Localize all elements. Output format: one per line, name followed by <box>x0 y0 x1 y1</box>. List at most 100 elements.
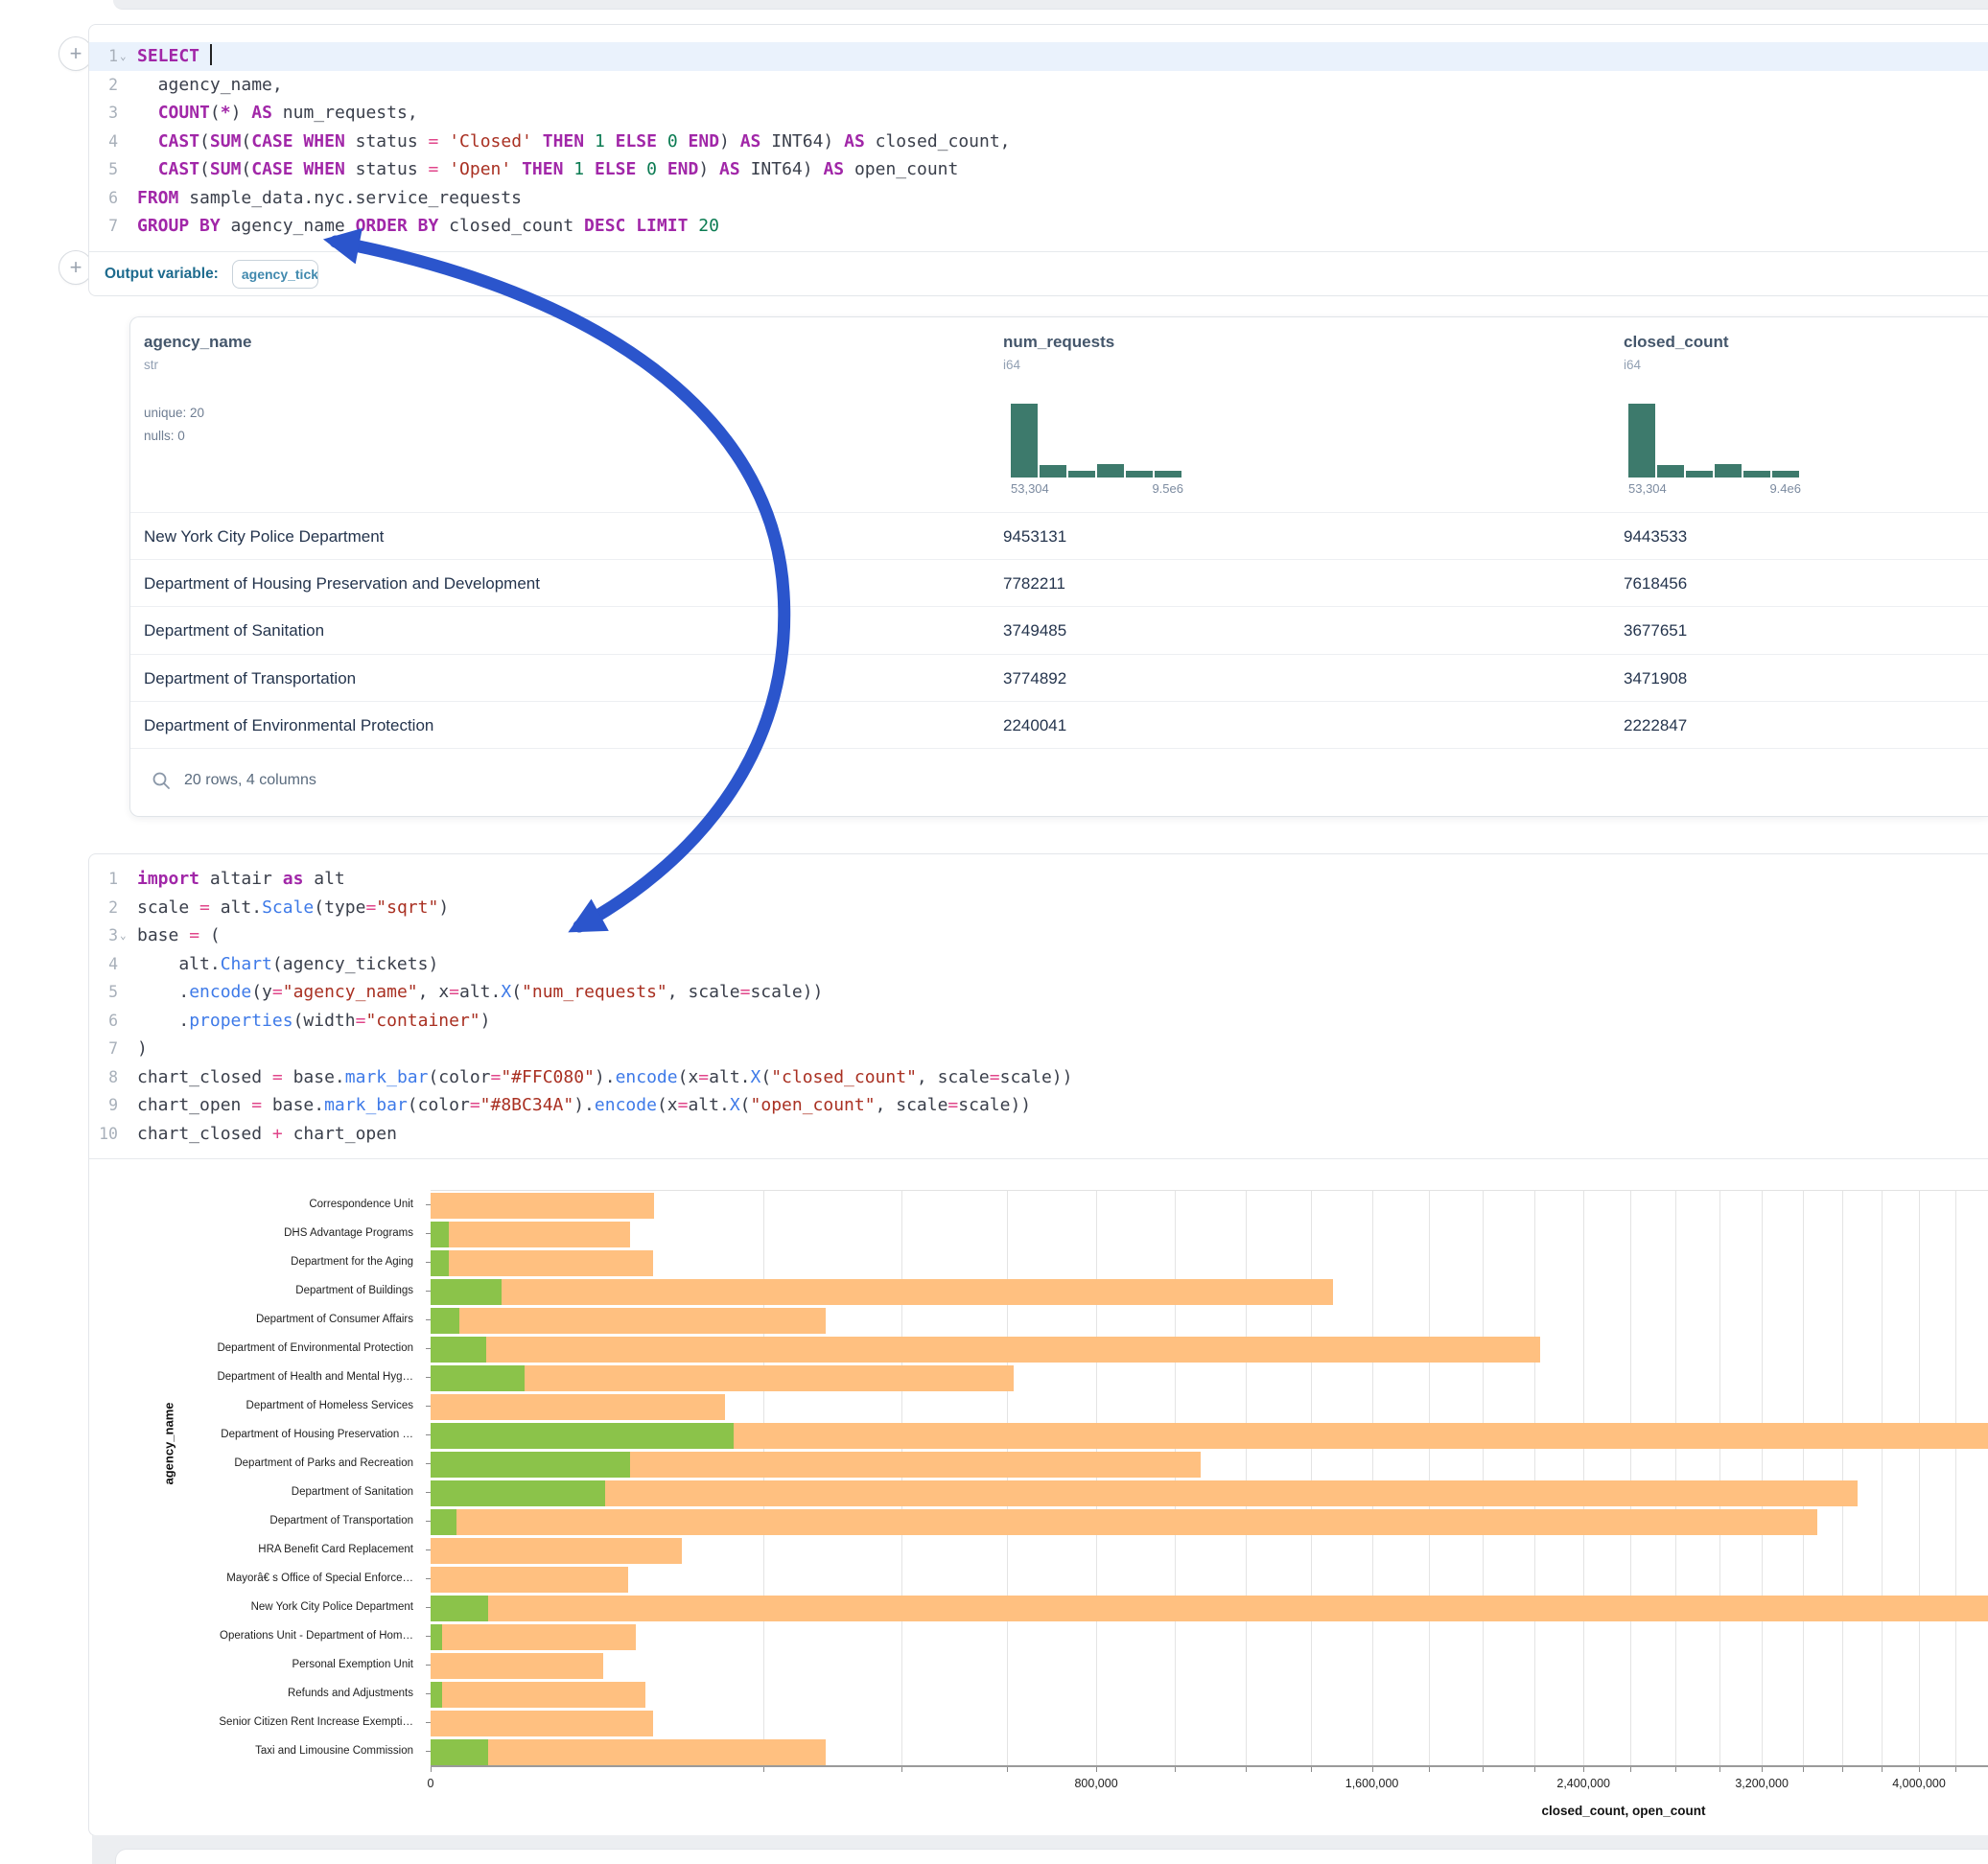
fold-caret-icon[interactable]: ⌄ <box>120 921 133 950</box>
bar-closed-count[interactable] <box>431 1193 654 1219</box>
search-icon[interactable] <box>152 771 171 790</box>
bar-open-count[interactable] <box>431 1250 449 1276</box>
x-axis-tick <box>1583 1767 1584 1772</box>
output-variable-pill[interactable]: agency_tickets <box>232 260 318 289</box>
y-axis-label: Department of Transportation <box>269 1515 413 1526</box>
python-code-editor[interactable]: 1import altair as alt2scale = alt.Scale(… <box>89 854 1988 1159</box>
code-line[interactable]: 6 .properties(width="container") <box>89 1007 1988 1036</box>
bar-closed-count[interactable] <box>431 1480 1858 1506</box>
column-header-closed-count: closed_count <box>1624 333 1729 352</box>
x-axis-tick <box>1175 1767 1176 1772</box>
y-axis-label: Department of Sanitation <box>292 1486 413 1498</box>
y-axis-label: Department of Health and Mental Hyg… <box>217 1371 413 1383</box>
x-axis-tick <box>1372 1767 1373 1772</box>
bar-open-count[interactable] <box>431 1739 488 1765</box>
column-null-count: nulls: 0 <box>144 429 185 443</box>
bar-open-count[interactable] <box>431 1279 502 1305</box>
sql-code-cell: 1⌄SELECT 2 agency_name,3 COUNT(*) AS num… <box>88 24 1988 296</box>
y-axis-label: Personal Exemption Unit <box>292 1659 413 1670</box>
chart-row <box>431 1277 1988 1306</box>
x-axis-tick <box>1246 1767 1247 1772</box>
bar-closed-count[interactable] <box>431 1682 645 1708</box>
sql-code-editor[interactable]: 1⌄SELECT 2 agency_name,3 COUNT(*) AS num… <box>89 25 1988 252</box>
histogram-bar <box>1011 404 1038 478</box>
bar-closed-count[interactable] <box>431 1337 1540 1363</box>
bar-closed-count[interactable] <box>431 1250 653 1276</box>
code-line[interactable]: 8chart_closed = base.mark_bar(color="#FF… <box>89 1063 1988 1092</box>
bar-closed-count[interactable] <box>431 1394 725 1420</box>
x-axis-line <box>431 1765 1988 1767</box>
bar-closed-count[interactable] <box>431 1711 653 1736</box>
code-line[interactable]: 2 agency_name, <box>89 71 1988 100</box>
fold-caret-icon[interactable]: ⌄ <box>120 42 133 71</box>
code-line[interactable]: 9chart_open = base.mark_bar(color="#8BC3… <box>89 1091 1988 1120</box>
bar-closed-count[interactable] <box>431 1222 630 1247</box>
code-line[interactable]: 3⌄base = ( <box>89 921 1988 950</box>
bar-open-count[interactable] <box>431 1308 459 1334</box>
code-text: .properties(width="container") <box>133 1007 491 1036</box>
bar-open-count[interactable] <box>431 1365 525 1391</box>
code-line[interactable]: 4 alt.Chart(agency_tickets) <box>89 950 1988 979</box>
x-axis-title: closed_count, open_count <box>1541 1804 1705 1818</box>
cell-closed-count: 7618456 <box>1624 560 1687 607</box>
bar-closed-count[interactable] <box>431 1509 1817 1535</box>
line-number: 2 <box>89 71 126 100</box>
histogram-bar <box>1628 404 1655 478</box>
histogram-num-requests <box>1011 404 1183 478</box>
bar-closed-count[interactable] <box>431 1596 1988 1621</box>
bar-open-count[interactable] <box>431 1337 486 1363</box>
output-variable-label: Output variable: <box>105 266 219 283</box>
cell-agency-name: Department of Sanitation <box>144 607 324 654</box>
bar-open-count[interactable] <box>431 1480 605 1506</box>
bar-closed-count[interactable] <box>431 1624 636 1650</box>
chart-row <box>431 1594 1988 1622</box>
histogram-bar <box>1657 465 1684 478</box>
cell-agency-name: Department of Transportation <box>144 655 356 702</box>
code-line[interactable]: 2scale = alt.Scale(type="sqrt") <box>89 894 1988 922</box>
histogram-bar <box>1715 464 1742 478</box>
x-axis-tick <box>1007 1767 1008 1772</box>
bar-open-count[interactable] <box>431 1596 488 1621</box>
code-line[interactable]: 1import altair as alt <box>89 865 1988 894</box>
bar-open-count[interactable] <box>431 1222 449 1247</box>
y-axis-label: Department for the Aging <box>291 1256 413 1268</box>
line-number: 9 <box>89 1091 126 1120</box>
bar-closed-count[interactable] <box>431 1279 1333 1305</box>
code-line[interactable]: 6FROM sample_data.nyc.service_requests <box>89 184 1988 213</box>
bar-closed-count[interactable] <box>431 1567 628 1593</box>
x-axis-tick <box>1719 1767 1720 1772</box>
line-number: 5 <box>89 155 126 184</box>
line-number: 3 <box>89 99 126 128</box>
y-axis-label: Department of Parks and Recreation <box>234 1457 413 1469</box>
bar-closed-count[interactable] <box>431 1308 826 1334</box>
code-line[interactable]: 7GROUP BY agency_name ORDER BY closed_co… <box>89 212 1988 241</box>
bar-open-count[interactable] <box>431 1624 442 1650</box>
bar-open-count[interactable] <box>431 1452 630 1478</box>
hist-max-label: 9.4e6 <box>1769 481 1801 496</box>
bar-closed-count[interactable] <box>431 1653 603 1679</box>
line-number: 2 <box>89 894 126 922</box>
plot-area <box>431 1190 1988 1765</box>
chart-row <box>431 1335 1988 1363</box>
chart-row <box>431 1392 1988 1421</box>
code-text: .encode(y="agency_name", x=alt.X("num_re… <box>133 978 823 1007</box>
histogram-bar <box>1126 471 1153 478</box>
code-line[interactable]: 10chart_closed + chart_open <box>89 1120 1988 1149</box>
bar-open-count[interactable] <box>431 1509 456 1535</box>
y-axis-label: Correspondence Unit <box>309 1199 413 1210</box>
column-type-agency-name: str <box>144 358 158 372</box>
bar-closed-count[interactable] <box>431 1538 682 1564</box>
code-line[interactable]: 5 CAST(SUM(CASE WHEN status = 'Open' THE… <box>89 155 1988 184</box>
bar-open-count[interactable] <box>431 1423 734 1449</box>
histogram-bar <box>1155 471 1181 478</box>
bar-closed-count[interactable] <box>431 1739 826 1765</box>
code-line[interactable]: 5 .encode(y="agency_name", x=alt.X("num_… <box>89 978 1988 1007</box>
code-line[interactable]: 3 COUNT(*) AS num_requests, <box>89 99 1988 128</box>
code-line[interactable]: 4 CAST(SUM(CASE WHEN status = 'Closed' T… <box>89 128 1988 156</box>
python-code-cell: 1import altair as alt2scale = alt.Scale(… <box>88 853 1988 1836</box>
bar-open-count[interactable] <box>431 1682 442 1708</box>
code-line[interactable]: 7) <box>89 1035 1988 1063</box>
cell-num-requests: 2240041 <box>1003 702 1066 749</box>
code-line[interactable]: 1⌄SELECT <box>89 42 1988 71</box>
y-axis-label: Mayorâ€ s Office of Special Enforce… <box>226 1573 413 1584</box>
